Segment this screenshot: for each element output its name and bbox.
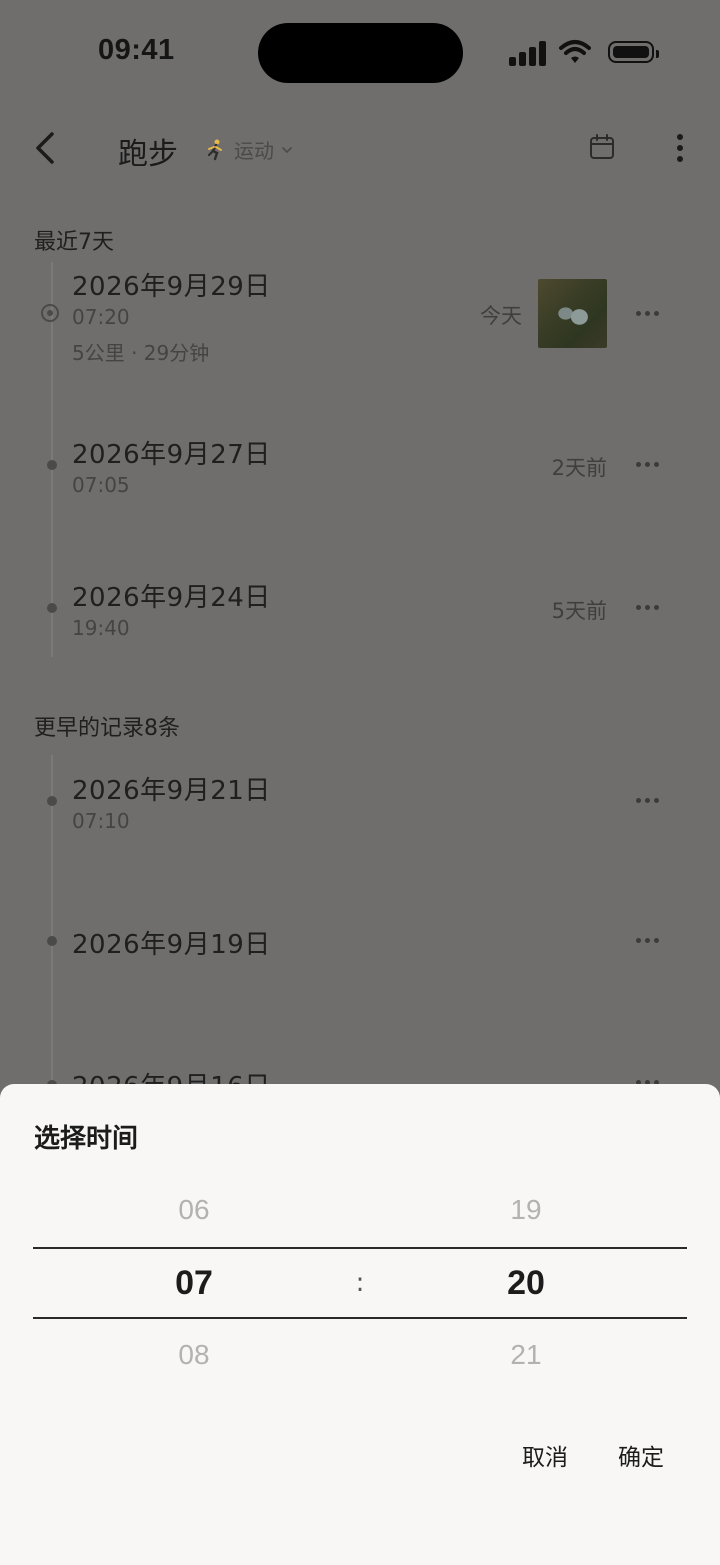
entry-row[interactable]: 2026年9月27日 07:05 2天前	[0, 430, 720, 510]
time-separator: :	[355, 1268, 365, 1298]
section-title-earlier: 更早的记录8条	[34, 716, 180, 741]
page-title: 跑步	[118, 137, 178, 172]
section-title-recent: 最近7天	[34, 230, 114, 255]
selection-divider	[33, 1247, 687, 1249]
minute-next[interactable]: 21	[466, 1339, 586, 1371]
entry-row[interactable]: 2026年9月29日 07:20 5公里 · 29分钟 今天	[0, 262, 720, 372]
minute-selected[interactable]: 20	[466, 1264, 586, 1303]
more-horizontal-icon[interactable]	[636, 605, 660, 613]
entry-time: 19:40	[72, 616, 130, 640]
more-horizontal-icon[interactable]	[636, 311, 660, 319]
dynamic-island	[258, 23, 463, 83]
status-time: 09:41	[98, 34, 175, 66]
entry-relative-time: 今天	[480, 304, 522, 328]
photo-thumbnail[interactable]	[538, 279, 607, 348]
wifi-icon	[559, 40, 591, 63]
timeline-dot	[47, 796, 57, 806]
battery-icon	[608, 41, 659, 63]
entry-date: 2026年9月19日	[72, 930, 271, 960]
more-horizontal-icon[interactable]	[636, 462, 660, 470]
hour-next[interactable]: 08	[134, 1339, 254, 1371]
current-dot-icon	[41, 304, 59, 322]
entry-relative-time: 5天前	[551, 599, 607, 623]
status-bar: 09:41	[0, 0, 720, 100]
more-horizontal-icon[interactable]	[636, 798, 660, 806]
category-selector[interactable]: 运动	[204, 135, 294, 164]
entry-date: 2026年9月29日	[72, 272, 271, 302]
timeline-dot	[47, 460, 57, 470]
minute-prev[interactable]: 19	[466, 1194, 586, 1226]
entry-date: 2026年9月27日	[72, 440, 271, 470]
time-picker-wheel[interactable]: 06 07 08 : 19 20 21	[0, 1184, 720, 1414]
entry-time: 07:20	[72, 305, 130, 329]
runner-icon	[207, 139, 222, 160]
entry-date: 2026年9月24日	[72, 583, 271, 613]
entry-detail: 5公里 · 29分钟	[72, 341, 210, 365]
timeline-dot	[47, 603, 57, 613]
selection-divider	[33, 1317, 687, 1319]
more-vertical-icon[interactable]	[672, 133, 688, 163]
nav-bar: 跑步 运动	[0, 115, 720, 185]
more-horizontal-icon[interactable]	[636, 938, 660, 946]
entry-time: 07:05	[72, 473, 130, 497]
calendar-icon[interactable]	[588, 133, 616, 161]
cellular-signal-icon	[509, 38, 549, 66]
entry-row[interactable]: 2026年9月24日 19:40 5天前	[0, 573, 720, 653]
status-icons	[509, 38, 659, 68]
entry-date: 2026年9月21日	[72, 776, 271, 806]
back-arrow-icon[interactable]	[30, 130, 62, 166]
timeline-dot	[47, 936, 57, 946]
sheet-title: 选择时间	[34, 1124, 139, 1154]
hour-prev[interactable]: 06	[134, 1194, 254, 1226]
entry-time: 07:10	[72, 809, 130, 833]
cancel-button[interactable]: 取消	[522, 1438, 568, 1472]
entry-row[interactable]: 2026年9月19日	[0, 922, 720, 982]
hour-selected[interactable]: 07	[134, 1264, 254, 1303]
time-picker-sheet: 选择时间 06 07 08 : 19 20 21 取消 确定	[0, 1084, 720, 1565]
entry-row[interactable]: 2026年9月21日 07:10	[0, 766, 720, 846]
chevron-down-icon	[282, 146, 292, 153]
category-label: 运动	[234, 139, 274, 163]
entry-relative-time: 2天前	[551, 456, 607, 480]
confirm-button[interactable]: 确定	[618, 1438, 664, 1472]
